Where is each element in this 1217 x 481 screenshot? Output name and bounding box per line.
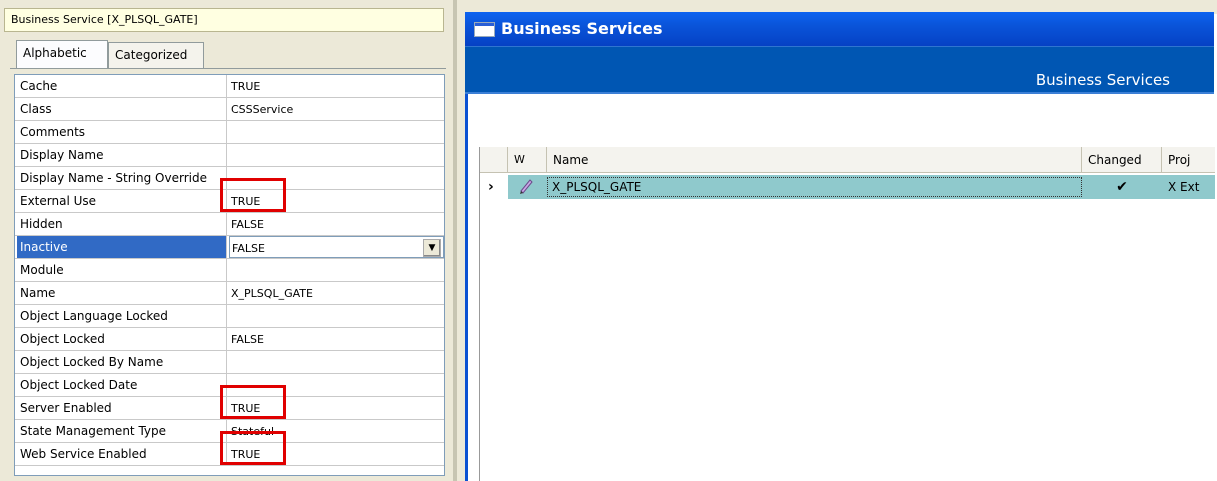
tab-categorized[interactable]: Categorized [108,42,204,68]
property-value[interactable] [229,121,444,143]
window-title: Business Services [501,19,663,38]
business-services-list: W Name Changed Proj › X_PLSQL_GATE ✔ X E… [479,147,1215,481]
property-row[interactable]: Inactive FALSE ▼ [15,236,444,259]
property-name: External Use [17,190,227,212]
properties-title: Business Service [X_PLSQL_GATE] [4,8,444,32]
applet-header: Business Services [465,46,1214,94]
property-value[interactable]: CSSService [229,98,444,120]
property-row[interactable]: External Use TRUE [15,178,444,213]
property-name: Object Locked Date [17,374,227,396]
property-name: Display Name - String Override [17,167,227,189]
tab-divider [10,68,446,69]
property-value-text: FALSE [231,218,264,231]
tab-alphabetic[interactable]: Alphabetic [16,40,108,68]
property-name: Display Name [17,144,227,166]
property-row[interactable]: Object Locked FALSE [15,328,444,351]
property-value[interactable]: FALSE [229,213,444,235]
property-name: Object Locked By Name [17,351,227,373]
property-row[interactable]: Cache TRUE [15,75,444,98]
splitter-gap [457,0,465,481]
business-services-pane: Business Services Business Services W Na… [465,0,1217,481]
highlight-box [220,431,286,465]
header-divider [465,92,1214,94]
property-name: Inactive [17,236,227,258]
property-row[interactable]: Display Name [15,144,444,167]
property-value[interactable]: X_PLSQL_GATE [229,282,444,304]
window-icon [474,22,495,37]
property-name: Hidden [17,213,227,235]
property-name: Comments [17,121,227,143]
property-name: Web Service Enabled [17,443,227,465]
property-name: Module [17,259,227,281]
property-value-text: FALSE [231,333,264,346]
row-selector-header [480,147,508,173]
pencil-icon[interactable] [518,176,538,198]
property-row[interactable]: Class CSSService [15,98,444,121]
row-pointer-icon: › [488,179,494,195]
property-row[interactable]: Web Service Enabled TRUE [15,431,444,466]
property-value[interactable] [229,305,444,327]
property-row[interactable]: Hidden FALSE [15,213,444,236]
property-value-text: X_PLSQL_GATE [231,287,313,300]
property-value[interactable] [229,351,444,373]
property-name: Name [17,282,227,304]
property-value[interactable]: TRUE [229,75,444,97]
column-header-project[interactable]: Proj [1162,147,1215,173]
property-name: Server Enabled [17,397,227,419]
property-value-text: FALSE [232,242,265,255]
property-row[interactable]: Server Enabled TRUE [15,385,444,420]
property-row[interactable]: Module [15,259,444,282]
property-name: State Management Type [17,420,227,442]
row-name[interactable]: X_PLSQL_GATE [552,176,1072,198]
property-name: Object Locked [17,328,227,350]
property-name: Object Language Locked [17,305,227,327]
property-value[interactable] [229,144,444,166]
property-row[interactable]: Object Locked By Name [15,351,444,374]
applet-header-label: Business Services [1035,71,1170,89]
property-value[interactable] [229,259,444,281]
dropdown-arrow-icon[interactable]: ▼ [423,239,441,257]
property-value-text: CSSService [231,103,294,116]
column-header-name[interactable]: Name [547,147,1082,173]
property-name: Cache [17,75,227,97]
properties-pane: Business Service [X_PLSQL_GATE] Alphabet… [0,0,453,481]
property-row[interactable]: Object Language Locked [15,305,444,328]
property-row[interactable]: Comments [15,121,444,144]
property-name: Class [17,98,227,120]
window-title-bar[interactable]: Business Services [465,12,1214,46]
property-grid: Cache TRUE Class CSSService Comments Display … [14,74,445,476]
highlight-box [220,178,286,212]
column-header-changed[interactable]: Changed [1082,147,1162,173]
property-value-text: TRUE [231,80,261,93]
property-value[interactable]: FALSE [229,328,444,350]
row-changed-check: ✔ [1116,179,1128,195]
highlight-box [220,385,286,419]
pencil-icon-svg [520,179,533,194]
property-value[interactable]: FALSE ▼ [229,236,444,258]
row-project[interactable]: X Ext [1168,176,1215,198]
property-row[interactable]: Name X_PLSQL_GATE [15,282,444,305]
column-header-w[interactable]: W [508,147,547,173]
